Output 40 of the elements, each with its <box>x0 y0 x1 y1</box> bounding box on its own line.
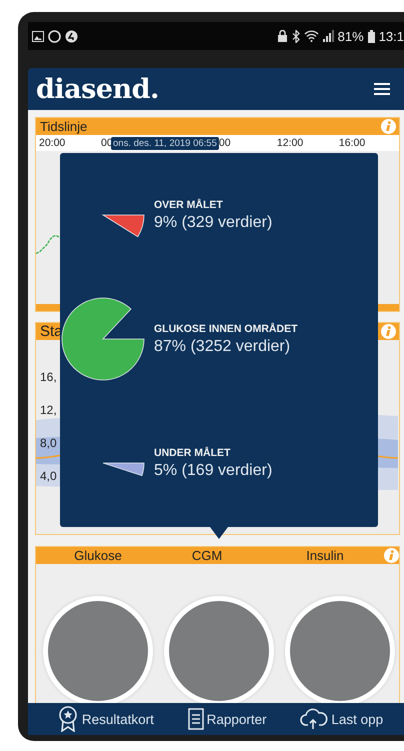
battery-percent: 81% <box>338 28 364 44</box>
range-value: 9% (329 verdier) <box>154 214 272 232</box>
axis-label: 16:00 <box>338 137 366 149</box>
nav-item[interactable]: Last opp <box>300 708 384 730</box>
signal-icon <box>322 30 334 42</box>
circle-icon <box>48 30 61 42</box>
date-tooltip: ons. des. 11, 2019 06:55 <box>111 136 219 150</box>
clock-time: 13:1 <box>378 28 404 44</box>
axis-label: 4,0 <box>40 469 57 483</box>
award-ribbon-icon <box>56 706 79 732</box>
glucose-line-drawing <box>36 235 60 254</box>
range-label: GLUKOSE INNEN OMRÅDET <box>154 322 298 334</box>
column-heading: Glukose <box>74 548 122 563</box>
axis-label: 00 <box>218 137 232 149</box>
axis-label: 12:00 <box>276 137 304 149</box>
info-icon[interactable] <box>381 324 396 339</box>
bluetooth-icon <box>292 30 300 42</box>
document-icon <box>188 708 204 730</box>
nav-item[interactable]: Resultatkort <box>56 706 154 732</box>
column-heading: CGM <box>192 548 222 563</box>
axis-label: 8,0 <box>40 436 57 450</box>
axis-label: 12, <box>40 403 57 417</box>
notification-icon <box>65 30 78 42</box>
image-icon <box>32 30 44 42</box>
range-value: 87% (3252 verdier) <box>154 338 292 356</box>
lock-icon <box>276 30 288 42</box>
range-value: 5% (169 verdier) <box>154 462 272 480</box>
axis-label: 16, <box>40 370 57 384</box>
card-title: Tidslinje <box>40 119 88 134</box>
cloud-upload-icon <box>300 708 328 730</box>
axis-label: 20:00 <box>39 137 66 149</box>
column-heading: Insulin <box>306 548 344 563</box>
range-label: UNDER MÅLET <box>154 446 232 458</box>
range-label: OVER MÅLET <box>154 198 224 210</box>
info-icon[interactable] <box>381 119 396 134</box>
info-icon[interactable] <box>384 548 399 563</box>
nav-item[interactable]: Rapporter <box>188 708 267 730</box>
wifi-icon <box>304 30 319 42</box>
menu-icon[interactable] <box>374 83 390 95</box>
battery-icon <box>368 30 375 42</box>
